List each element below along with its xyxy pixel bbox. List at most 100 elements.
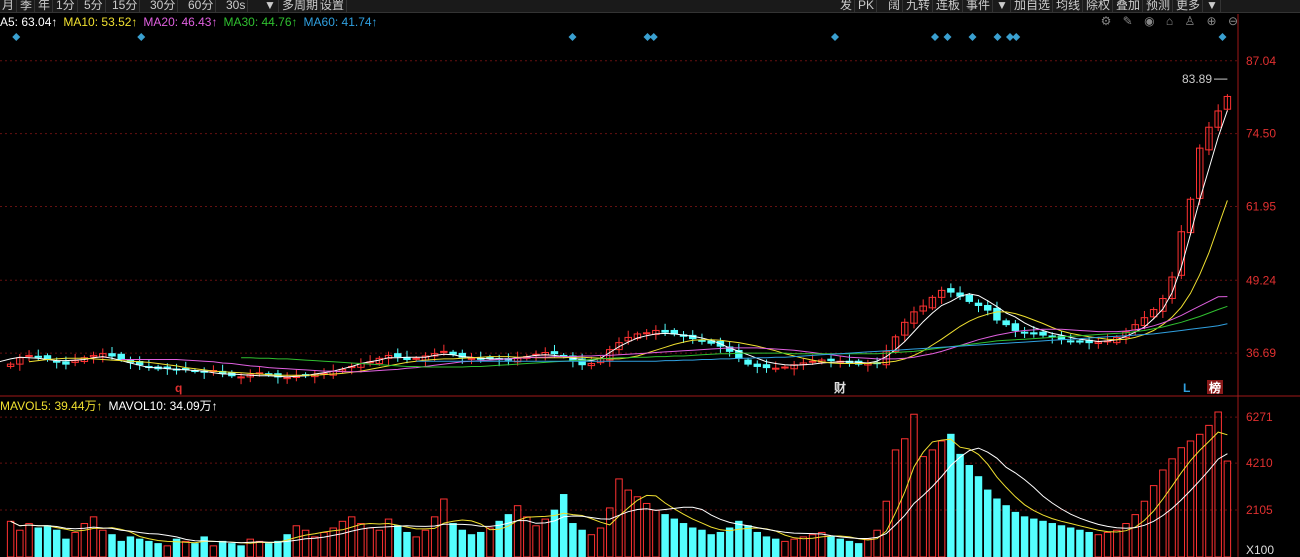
candle-body: [965, 294, 974, 302]
candle-body: [25, 354, 33, 357]
event-diamond-icon: [968, 33, 977, 41]
volume-bar: [440, 498, 448, 557]
price-tick-label: 49.24: [1246, 273, 1276, 287]
event-diamond-icon: [831, 33, 839, 41]
candle-body: [1039, 331, 1047, 336]
volume-tick-label: 2105: [1246, 503, 1273, 517]
candle-body: [550, 351, 559, 355]
event-diamond-icon: [12, 33, 21, 41]
volume-bar: [965, 465, 974, 557]
volume-bar: [827, 536, 835, 557]
volume-bar: [255, 540, 264, 557]
volume-bar: [228, 543, 236, 557]
volume-bar: [707, 534, 715, 557]
volume-bar: [209, 545, 218, 557]
stock-chart[interactable]: 87.04 74.50 61.95 49.24 36.69 6271 4210 2105 X10…: [0, 0, 1300, 557]
candle-body: [1066, 340, 1075, 343]
volume-bar: [99, 529, 107, 557]
candle-body: [1011, 323, 1020, 331]
volume-bar: [919, 456, 927, 557]
candle-body: [34, 355, 42, 358]
volume-bar: [117, 540, 125, 557]
volume-bar: [910, 413, 918, 557]
candle-body: [808, 360, 817, 363]
event-diamond-icon: [1012, 33, 1021, 41]
candle-body: [1076, 340, 1084, 343]
volume-bar: [1030, 518, 1038, 557]
event-diamond-icon: [137, 33, 146, 41]
volume-bar: [89, 516, 98, 557]
volume-bar: [274, 540, 282, 557]
event-diamond-icon: [993, 33, 1002, 41]
volume-bar: [311, 536, 319, 557]
volume-bar: [1131, 514, 1139, 557]
volume-bar: [43, 525, 52, 557]
volume-bar: [716, 531, 725, 557]
candle-body: [412, 357, 420, 360]
candle-body: [827, 358, 835, 362]
event-diamond-icon: [943, 33, 952, 41]
volume-bar: [375, 529, 384, 557]
volume-bar: [974, 476, 983, 557]
volume-bar: [6, 520, 15, 557]
volume-bar: [689, 527, 697, 557]
volume-bar: [799, 536, 808, 557]
price-tick-label: 36.69: [1246, 346, 1276, 360]
volume-bar: [606, 507, 614, 557]
volume-bar: [1085, 531, 1093, 557]
volume-bar: [163, 545, 172, 557]
volume-bar: [532, 525, 540, 557]
volume-bar: [762, 536, 771, 557]
volume-bar: [384, 518, 393, 557]
volume-bar: [550, 509, 559, 557]
volume-bar: [670, 518, 679, 557]
candle-body: [1020, 331, 1029, 334]
volume-bar: [864, 538, 872, 557]
volume-bar: [182, 540, 190, 557]
volume-tick-label: 4210: [1246, 456, 1273, 470]
volume-bar: [34, 527, 42, 557]
volume-bar: [1048, 523, 1056, 557]
volume-bar: [845, 540, 854, 557]
volume-bar: [135, 538, 144, 557]
chart-marker-0: q: [175, 381, 182, 395]
volume-bar: [108, 534, 116, 557]
volume-bar: [25, 523, 33, 557]
volume-bar: [735, 520, 743, 557]
volume-bar: [366, 527, 374, 557]
candle-body: [642, 332, 651, 335]
volume-bar: [126, 536, 135, 557]
volume-bar: [993, 498, 1001, 557]
volume-bar: [753, 531, 761, 557]
price-tick-label: 87.04: [1246, 54, 1276, 68]
volume-bar: [301, 529, 310, 557]
volume-bar: [1057, 525, 1066, 557]
volume-bar: [790, 538, 798, 557]
volume-bar: [1223, 460, 1232, 557]
candle-body: [698, 339, 706, 342]
event-diamond-icon: [931, 33, 939, 41]
candle-body: [983, 304, 992, 311]
volume-bar: [52, 529, 61, 557]
volume-bar: [771, 538, 780, 557]
candle-body: [771, 367, 780, 370]
candle-body: [993, 307, 1001, 321]
high-price-label: 83.89: [1182, 72, 1212, 86]
volume-bar: [818, 531, 826, 557]
volume-bar: [983, 489, 992, 557]
volume-bar: [145, 540, 153, 557]
event-diamond-icon: [649, 33, 658, 41]
volume-bar: [559, 494, 568, 557]
volume-bar: [347, 516, 356, 557]
candle-body: [117, 353, 125, 360]
volume-bar: [154, 543, 162, 557]
volume-bar: [578, 529, 586, 557]
volume-bar: [486, 527, 494, 557]
volume-bar: [781, 540, 789, 557]
candle-body: [62, 361, 70, 365]
candle-body: [440, 350, 448, 353]
volume-bar: [1011, 511, 1020, 557]
volume-bar: [200, 536, 208, 557]
volume-bar: [1113, 529, 1121, 557]
volume-bar: [338, 520, 347, 557]
